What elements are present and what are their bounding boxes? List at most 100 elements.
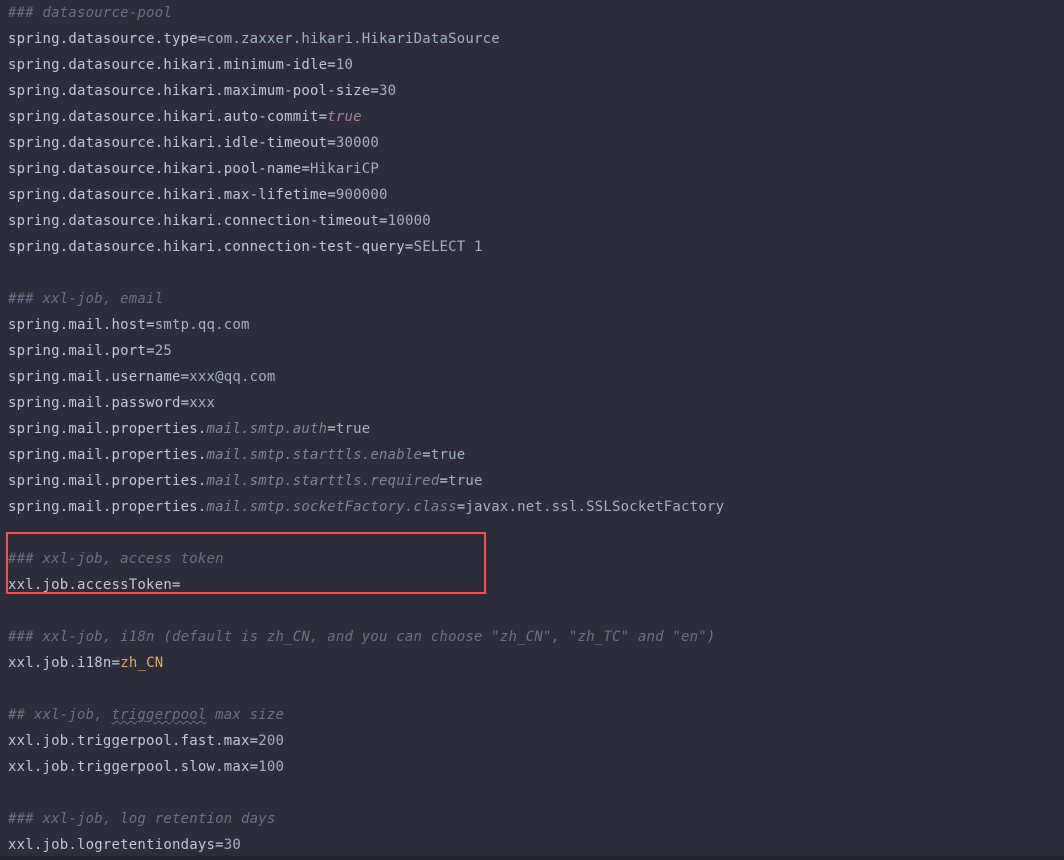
equals-sign: = — [146, 317, 155, 333]
code-line[interactable]: spring.datasource.hikari.pool-name=Hikar… — [8, 156, 1064, 182]
code-line[interactable]: xxl.job.logretentiondays=30 — [8, 832, 1064, 858]
equals-sign: = — [181, 369, 190, 385]
equals-sign: = — [181, 395, 190, 411]
code-line[interactable]: spring.datasource.hikari.max-lifetime=90… — [8, 182, 1064, 208]
code-line[interactable]: spring.mail.properties.mail.smtp.starttl… — [8, 442, 1064, 468]
property-value: zh_CN — [120, 655, 163, 671]
property-key-italic: mail.smtp.starttls.required — [206, 473, 439, 489]
equals-sign: = — [172, 577, 181, 593]
property-key: spring.datasource.hikari.connection-time… — [8, 213, 379, 229]
equals-sign: = — [327, 135, 336, 151]
code-line[interactable]: spring.datasource.hikari.minimum-idle=10 — [8, 52, 1064, 78]
equals-sign: = — [327, 421, 336, 437]
comment-text-underlined: triggerpool — [112, 707, 207, 723]
code-line[interactable] — [8, 676, 1064, 702]
code-line[interactable]: spring.datasource.hikari.maximum-pool-si… — [8, 78, 1064, 104]
property-key: xxl.job.i18n — [8, 655, 112, 671]
property-key: spring.mail.host — [8, 317, 146, 333]
property-value: 30 — [224, 837, 241, 853]
equals-sign: = — [215, 837, 224, 853]
code-line[interactable]: ### xxl-job, email — [8, 286, 1064, 312]
property-value: true — [431, 447, 466, 463]
code-line[interactable]: ### xxl-job, access token — [8, 546, 1064, 572]
code-line[interactable] — [8, 780, 1064, 806]
gutter — [0, 0, 4, 860]
property-key: xxl.job.triggerpool.fast.max — [8, 733, 250, 749]
equals-sign: = — [146, 343, 155, 359]
code-editor[interactable]: ### datasource-pool spring.datasource.typ… — [0, 0, 1064, 860]
property-key: spring.mail.properties. — [8, 473, 206, 489]
code-line[interactable]: xxl.job.accessToken= — [8, 572, 1064, 598]
property-value: 900000 — [336, 187, 388, 203]
equals-sign: = — [327, 57, 336, 73]
comment-text: max size — [206, 707, 284, 723]
code-line[interactable]: spring.datasource.hikari.idle-timeout=30… — [8, 130, 1064, 156]
code-line[interactable] — [8, 520, 1064, 546]
property-key: spring.datasource.hikari.pool-name — [8, 161, 301, 177]
property-value: xxx — [189, 395, 215, 411]
code-line[interactable]: spring.datasource.hikari.connection-time… — [8, 208, 1064, 234]
code-line[interactable]: spring.datasource.type=com.zaxxer.hikari… — [8, 26, 1064, 52]
property-key: spring.mail.username — [8, 369, 181, 385]
property-value: 25 — [155, 343, 172, 359]
code-line[interactable] — [8, 260, 1064, 286]
property-value: xxx@qq.com — [189, 369, 275, 385]
property-key: spring.mail.properties. — [8, 421, 206, 437]
property-value: com.zaxxer.hikari.HikariDataSource — [206, 31, 499, 47]
equals-sign: = — [405, 239, 414, 255]
property-key: spring.mail.properties. — [8, 499, 206, 515]
code-line[interactable]: xxl.job.triggerpool.slow.max=100 — [8, 754, 1064, 780]
property-key: spring.datasource.hikari.minimum-idle — [8, 57, 327, 73]
property-key: spring.datasource.hikari.max-lifetime — [8, 187, 327, 203]
equals-sign: = — [250, 733, 259, 749]
code-line[interactable]: spring.mail.properties.mail.smtp.auth=tr… — [8, 416, 1064, 442]
property-key: xxl.job.triggerpool.slow.max — [8, 759, 250, 775]
property-value: 10 — [336, 57, 353, 73]
code-line[interactable]: spring.mail.properties.mail.smtp.starttl… — [8, 468, 1064, 494]
code-content[interactable]: ### datasource-pool spring.datasource.typ… — [8, 0, 1064, 858]
property-key: spring.datasource.hikari.auto-commit — [8, 109, 319, 125]
comment-text: ### xxl-job, log retention days — [8, 811, 276, 827]
comment-text: ## xxl-job, — [8, 707, 112, 723]
property-key: spring.mail.password — [8, 395, 181, 411]
equals-sign: = — [379, 213, 388, 229]
code-line[interactable]: ### xxl-job, log retention days — [8, 806, 1064, 832]
code-line[interactable]: spring.mail.port=25 — [8, 338, 1064, 364]
code-line[interactable]: xxl.job.triggerpool.fast.max=200 — [8, 728, 1064, 754]
property-value: HikariCP — [310, 161, 379, 177]
comment-text: ### xxl-job, email — [8, 291, 163, 307]
vertical-scrollbar-track[interactable] — [1054, 0, 1064, 856]
bottom-border — [0, 856, 1064, 860]
comment-text: ### datasource-pool — [8, 5, 172, 21]
property-value: smtp.qq.com — [155, 317, 250, 333]
property-value: javax.net.ssl.SSLSocketFactory — [465, 499, 724, 515]
code-line[interactable]: spring.datasource.hikari.connection-test… — [8, 234, 1064, 260]
property-value: 200 — [258, 733, 284, 749]
property-value: 30 — [379, 83, 396, 99]
code-line[interactable]: ### xxl-job, i18n (default is zh_CN, and… — [8, 624, 1064, 650]
code-line[interactable]: ### datasource-pool — [8, 0, 1064, 26]
property-key-italic: mail.smtp.socketFactory.class — [206, 499, 456, 515]
equals-sign: = — [301, 161, 310, 177]
comment-text: ### xxl-job, i18n (default is zh_CN, and… — [8, 629, 716, 645]
code-line[interactable]: spring.mail.properties.mail.smtp.socketF… — [8, 494, 1064, 520]
property-key: spring.mail.port — [8, 343, 146, 359]
code-line[interactable] — [8, 598, 1064, 624]
property-key: spring.datasource.hikari.idle-timeout — [8, 135, 327, 151]
property-key: spring.datasource.hikari.connection-test… — [8, 239, 405, 255]
code-line[interactable]: xxl.job.i18n=zh_CN — [8, 650, 1064, 676]
property-key: xxl.job.accessToken — [8, 577, 172, 593]
equals-sign: = — [422, 447, 431, 463]
code-line[interactable]: ## xxl-job, triggerpool max size — [8, 702, 1064, 728]
code-line[interactable]: spring.datasource.hikari.auto-commit=tru… — [8, 104, 1064, 130]
equals-sign: = — [327, 187, 336, 203]
property-key: spring.datasource.type — [8, 31, 198, 47]
property-key-italic: mail.smtp.auth — [206, 421, 327, 437]
equals-sign: = — [250, 759, 259, 775]
property-value: 10000 — [388, 213, 431, 229]
code-line[interactable]: spring.mail.host=smtp.qq.com — [8, 312, 1064, 338]
equals-sign: = — [112, 655, 121, 671]
property-value: SELECT 1 — [414, 239, 483, 255]
code-line[interactable]: spring.mail.password=xxx — [8, 390, 1064, 416]
code-line[interactable]: spring.mail.username=xxx@qq.com — [8, 364, 1064, 390]
